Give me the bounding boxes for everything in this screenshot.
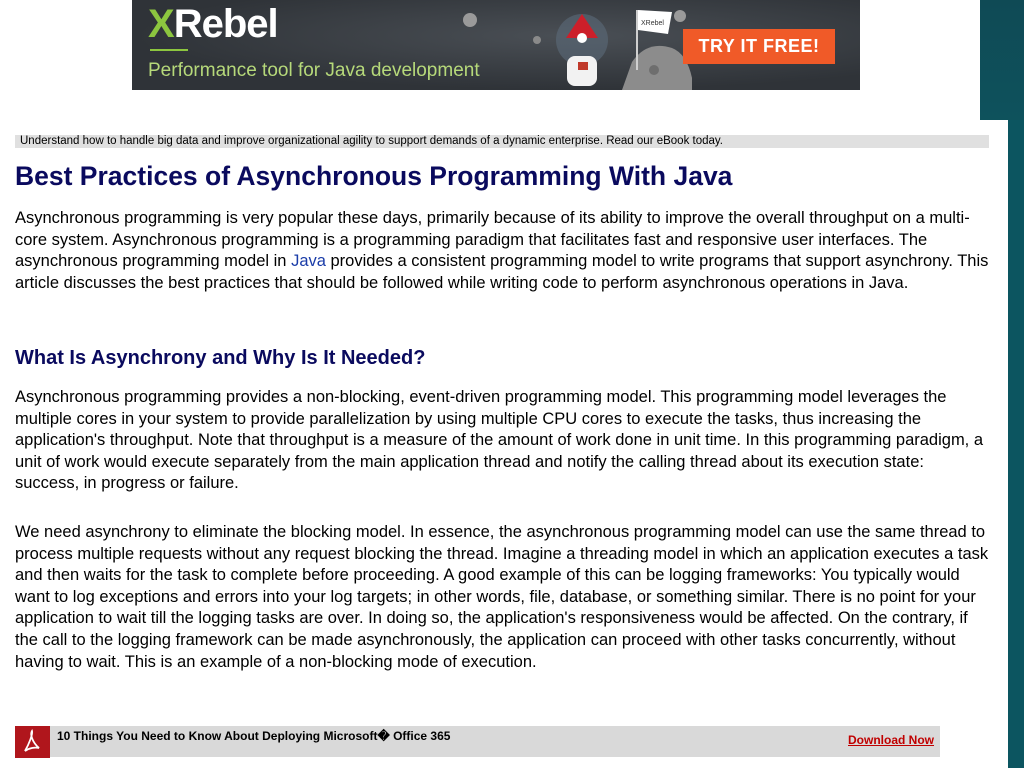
page-background-right-inner: [1008, 120, 1024, 768]
article-intro: Asynchronous programming is very popular…: [15, 208, 990, 294]
ad-banner[interactable]: XRebel Performance tool for Java develop…: [132, 0, 860, 90]
logo-x: X: [148, 2, 175, 46]
section-paragraph-1: Asynchronous programming provides a non-…: [15, 388, 984, 493]
section-heading: What Is Asynchrony and Why Is It Needed?: [15, 347, 426, 369]
flag-text: XRebel: [641, 20, 664, 27]
astronaut-mascot-icon: XRebel: [463, 10, 692, 90]
banner-logo: XRebel: [148, 2, 279, 47]
java-link[interactable]: Java: [291, 252, 326, 270]
download-title[interactable]: 10 Things You Need to Know About Deployi…: [57, 729, 450, 743]
download-now-link[interactable]: Download Now: [848, 733, 934, 747]
page: XRebel Performance tool for Java develop…: [0, 0, 1008, 768]
banner-tagline: Performance tool for Java development: [148, 60, 480, 81]
banner-rule: [150, 49, 188, 51]
download-bar: 10 Things You Need to Know About Deployi…: [15, 726, 940, 758]
promo-link[interactable]: Understand how to handle big data and im…: [15, 135, 989, 148]
section-paragraph-2: We need asynchrony to eliminate the bloc…: [15, 523, 989, 671]
article-title: Best Practices of Asynchronous Programmi…: [15, 161, 733, 191]
pdf-icon: [15, 726, 50, 758]
logo-rest: Rebel: [173, 2, 279, 46]
try-it-free-button[interactable]: TRY IT FREE!: [683, 29, 835, 64]
